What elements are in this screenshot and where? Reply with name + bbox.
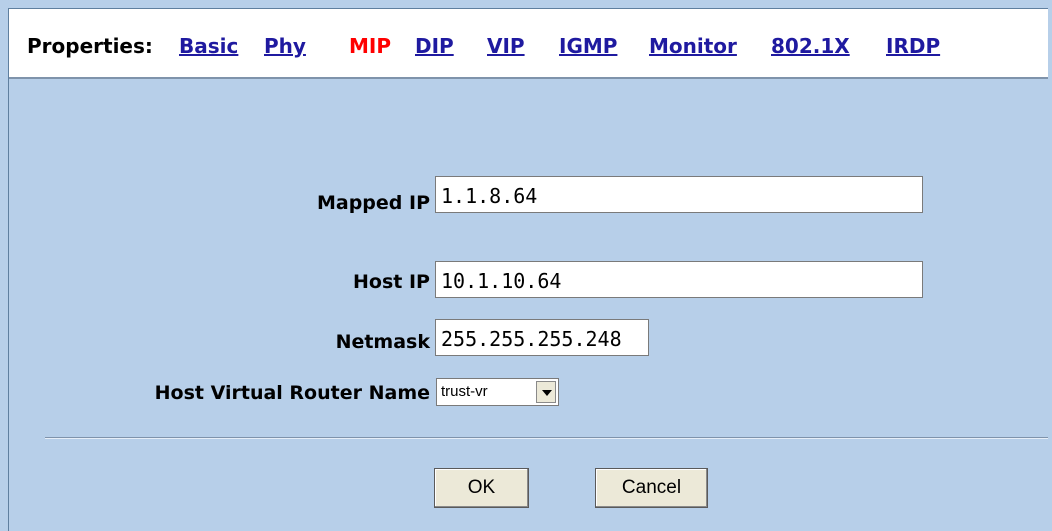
tab-mip[interactable]: MIP bbox=[349, 34, 391, 58]
chevron-down-icon[interactable] bbox=[536, 381, 556, 403]
host-vr-value: trust-vr bbox=[441, 383, 488, 400]
properties-panel: Properties: Basic Phy MIP DIP VIP IGMP M… bbox=[8, 8, 1048, 531]
cancel-button[interactable]: Cancel bbox=[595, 468, 708, 508]
properties-tab-bar: Properties: Basic Phy MIP DIP VIP IGMP M… bbox=[9, 9, 1048, 79]
tab-phy[interactable]: Phy bbox=[264, 34, 306, 58]
host-vr-select[interactable]: trust-vr bbox=[436, 378, 559, 406]
ok-button[interactable]: OK bbox=[434, 468, 529, 508]
tab-dip[interactable]: DIP bbox=[415, 34, 454, 58]
tab-8021x[interactable]: 802.1X bbox=[771, 34, 850, 58]
netmask-label: Netmask bbox=[335, 331, 430, 353]
tab-monitor[interactable]: Monitor bbox=[649, 34, 737, 58]
netmask-field[interactable]: 255.255.255.248 bbox=[435, 319, 649, 356]
tab-vip[interactable]: VIP bbox=[487, 34, 525, 58]
tab-irdp[interactable]: IRDP bbox=[886, 34, 940, 58]
host-ip-label: Host IP bbox=[353, 271, 430, 293]
tab-igmp[interactable]: IGMP bbox=[559, 34, 617, 58]
form-divider bbox=[45, 437, 1048, 439]
host-ip-field[interactable]: 10.1.10.64 bbox=[435, 261, 923, 298]
properties-title: Properties: bbox=[27, 34, 153, 58]
tab-basic[interactable]: Basic bbox=[179, 34, 238, 58]
mapped-ip-field[interactable]: 1.1.8.64 bbox=[435, 176, 923, 213]
mapped-ip-label: Mapped IP bbox=[316, 192, 430, 214]
host-vr-label: Host Virtual Router Name bbox=[154, 382, 430, 404]
